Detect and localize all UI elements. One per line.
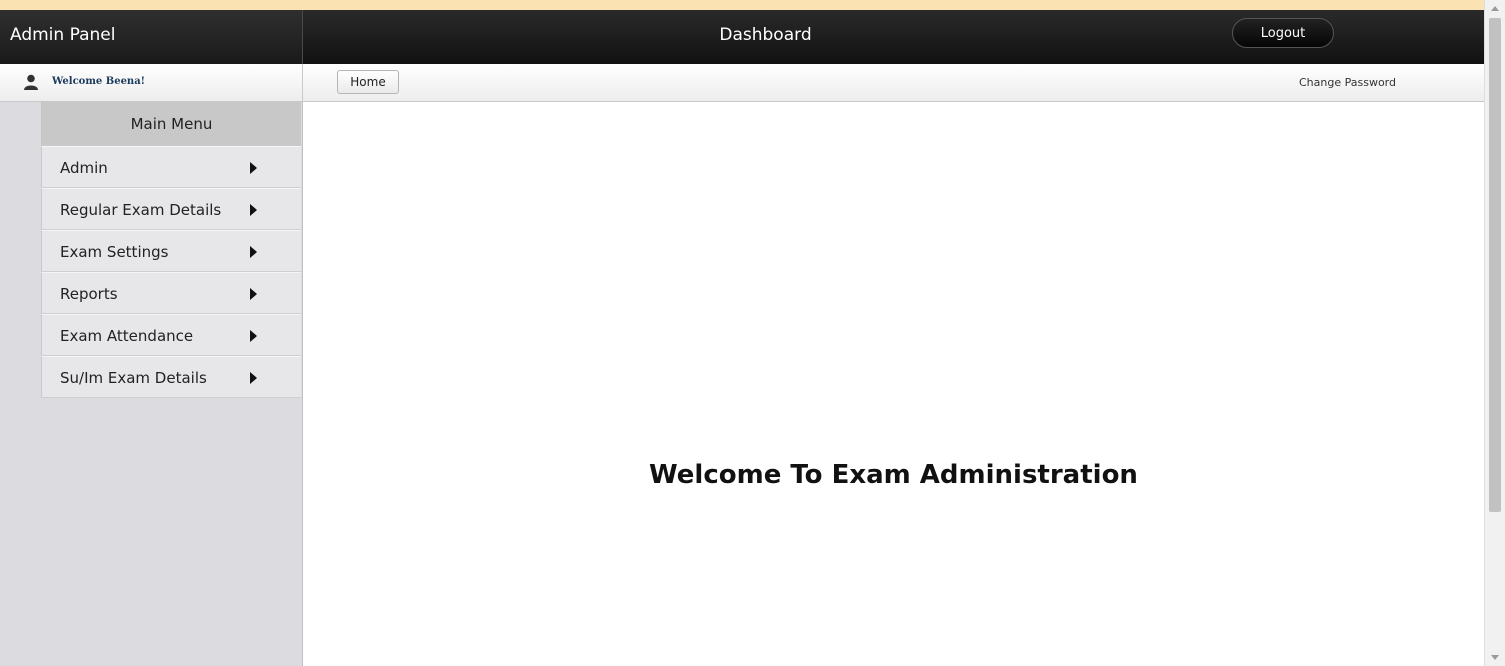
sub-bar: Welcome Beena! Home Change Password (0, 64, 1484, 102)
home-button[interactable]: Home (337, 70, 399, 94)
menu-item-exam-settings[interactable]: Exam Settings (41, 230, 301, 272)
menu-item-admin[interactable]: Admin (41, 146, 301, 188)
caret-right-icon (250, 162, 257, 174)
menu-item-label: Su/Im Exam Details (60, 369, 207, 387)
main-menu: Main Menu Admin Regular Exam Details Exa… (41, 102, 301, 398)
change-password-link[interactable]: Change Password (1299, 76, 1396, 89)
caret-right-icon (250, 204, 257, 216)
menu-item-reports[interactable]: Reports (41, 272, 301, 314)
menu-item-exam-attendance[interactable]: Exam Attendance (41, 314, 301, 356)
app-window: Admin Panel Dashboard Logout Welcome Bee… (0, 10, 1484, 666)
brand-area: Admin Panel (0, 10, 303, 64)
caret-right-icon (250, 372, 257, 384)
page-title: Dashboard (719, 25, 812, 45)
user-icon (24, 74, 38, 90)
scroll-down-arrow-icon[interactable] (1491, 655, 1499, 660)
caret-right-icon (250, 330, 257, 342)
vertical-scrollbar[interactable] (1484, 0, 1505, 666)
main-content: Welcome To Exam Administration (303, 102, 1484, 666)
top-bar: Admin Panel Dashboard Logout (0, 10, 1484, 64)
scroll-up-arrow-icon[interactable] (1491, 6, 1499, 11)
main-menu-title: Main Menu (41, 102, 301, 146)
menu-item-label: Regular Exam Details (60, 201, 222, 219)
welcome-box: Welcome Beena! (0, 64, 303, 101)
menu-item-label: Admin (60, 159, 108, 177)
scrollbar-thumb[interactable] (1489, 18, 1501, 512)
caret-right-icon (250, 288, 257, 300)
brand-title: Admin Panel (10, 25, 116, 45)
menu-item-label: Exam Settings (60, 243, 169, 261)
logout-button[interactable]: Logout (1232, 18, 1334, 48)
sidebar: Main Menu Admin Regular Exam Details Exa… (0, 102, 303, 666)
caret-right-icon (250, 246, 257, 258)
menu-item-label: Reports (60, 285, 118, 303)
menu-item-su-im-exam-details[interactable]: Su/Im Exam Details (41, 356, 301, 398)
menu-item-regular-exam-details[interactable]: Regular Exam Details (41, 188, 301, 230)
welcome-heading: Welcome To Exam Administration (649, 460, 1138, 490)
menu-item-label: Exam Attendance (60, 327, 194, 345)
welcome-message: Welcome Beena! (52, 76, 146, 87)
